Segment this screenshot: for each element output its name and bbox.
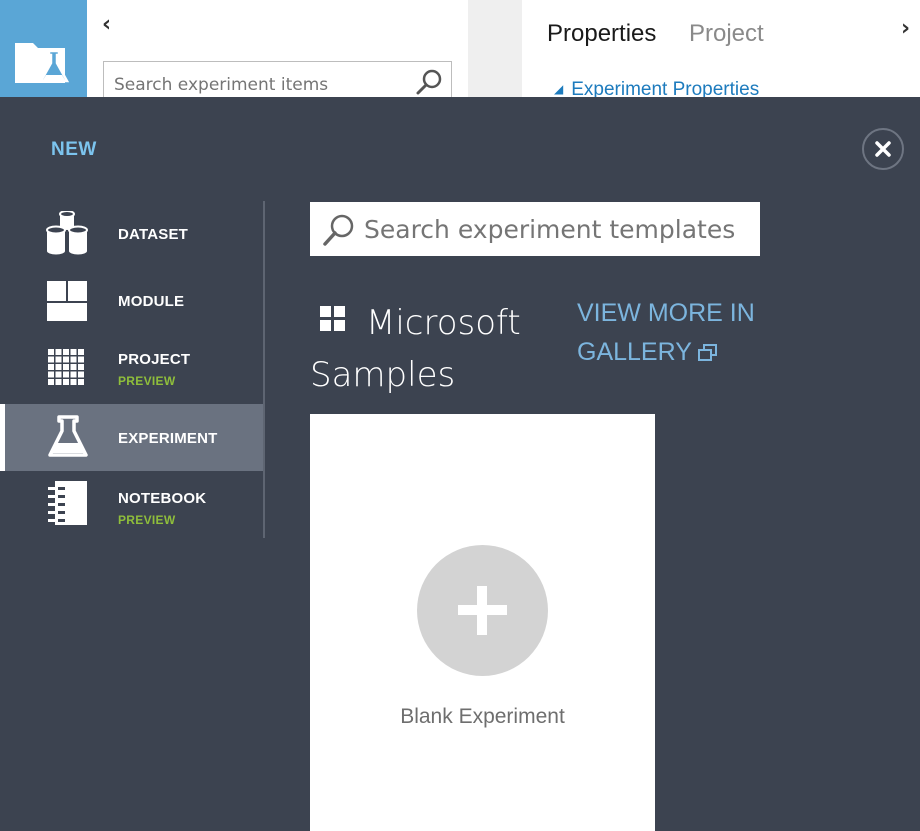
experiment-properties-section[interactable]: ◢ Experiment Properties	[554, 79, 759, 97]
new-type-nav: DATASET MODULE PROJECT PREVIEW EXPERIMEN…	[0, 201, 265, 538]
close-icon	[875, 141, 891, 157]
nav-item-project-label: PROJECT	[118, 351, 191, 368]
expand-triangle-icon: ◢	[554, 82, 564, 96]
module-icon	[47, 281, 87, 321]
nav-item-dataset[interactable]: DATASET	[0, 201, 263, 269]
preview-badge: PREVIEW	[118, 374, 176, 388]
canvas-area	[468, 0, 522, 97]
plus-icon	[417, 545, 548, 676]
view-more-gallery-link[interactable]: VIEW MORE IN GALLERY	[577, 294, 777, 372]
folder-flask-icon	[15, 43, 70, 83]
nav-divider	[263, 201, 265, 538]
template-search	[310, 202, 760, 256]
project-icon	[48, 349, 84, 385]
experiment-properties-label: Experiment Properties	[571, 79, 760, 97]
dataset-icon	[46, 211, 88, 255]
experiment-items-search-input[interactable]	[114, 74, 414, 96]
new-dialog-title: NEW	[51, 139, 97, 160]
blank-experiment-label: Blank Experiment	[400, 705, 565, 728]
preview-badge: PREVIEW	[118, 513, 176, 527]
microsoft-samples-heading: Microsoft Samples	[310, 297, 550, 401]
collapse-left-chevron-icon[interactable]: ‹	[102, 14, 118, 36]
nav-item-experiment-label: EXPERIMENT	[118, 430, 218, 447]
template-search-input[interactable]	[364, 212, 744, 246]
view-more-gallery-label: VIEW MORE IN GALLERY	[577, 299, 755, 366]
nav-item-project[interactable]: PROJECT PREVIEW	[0, 337, 263, 404]
collapse-right-chevron-icon[interactable]: ›	[901, 16, 910, 41]
new-dialog: NEW DATASET MODULE PROJECT PREVIEW EXPER…	[0, 97, 920, 831]
tab-project[interactable]: Project	[689, 20, 764, 48]
search-icon[interactable]	[415, 68, 443, 96]
nav-item-experiment[interactable]: EXPERIMENT	[0, 404, 263, 471]
nav-item-notebook-label: NOTEBOOK	[118, 490, 207, 507]
background-app: ‹ Properties Project › ◢ Experiment Prope…	[0, 0, 920, 97]
notebook-icon	[48, 481, 87, 525]
search-icon	[323, 214, 354, 246]
tab-properties[interactable]: Properties	[547, 20, 656, 48]
experiments-app-tile[interactable]	[0, 0, 87, 97]
nav-item-module-label: MODULE	[118, 293, 185, 310]
nav-item-notebook[interactable]: NOTEBOOK PREVIEW	[0, 471, 263, 538]
nav-item-dataset-label: DATASET	[118, 226, 189, 243]
blank-experiment-card[interactable]: Blank Experiment	[310, 414, 655, 831]
experiment-icon	[48, 415, 88, 457]
external-link-icon	[697, 344, 717, 362]
windows-grid-icon	[320, 305, 345, 331]
nav-item-module[interactable]: MODULE	[0, 269, 263, 337]
close-button[interactable]	[862, 128, 904, 170]
experiment-items-search	[103, 61, 452, 97]
